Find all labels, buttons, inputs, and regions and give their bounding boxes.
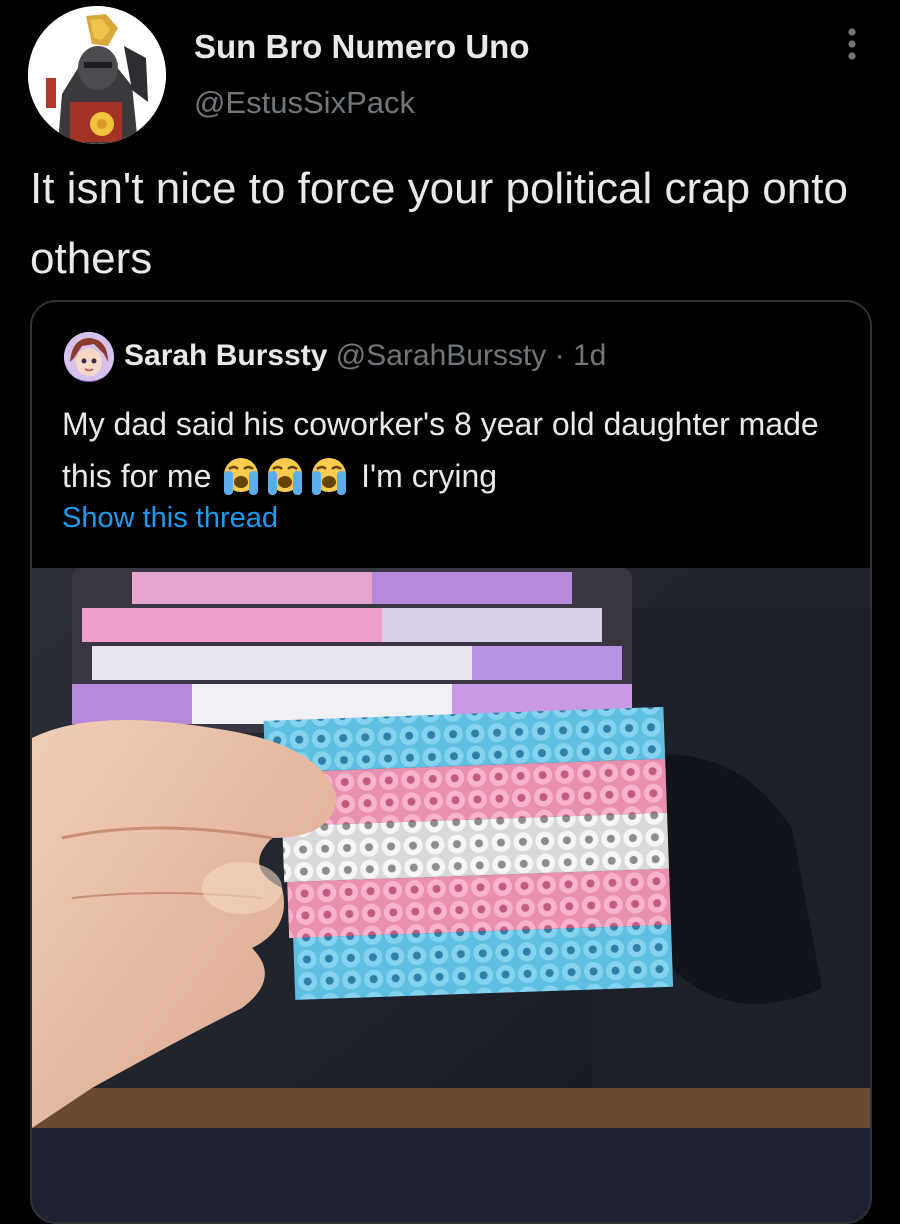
quoted-author-handle[interactable]: @SarahBurssty (336, 339, 547, 372)
sun-knight-avatar-icon (28, 6, 166, 144)
emoji-group (220, 458, 361, 495)
show-thread-link[interactable]: Show this thread (62, 502, 278, 535)
quoted-author-display-name[interactable]: Sarah Burssty (124, 339, 327, 372)
anime-avatar-icon (64, 332, 114, 382)
quoted-tweet-text-end: I'm crying (361, 458, 498, 494)
quoted-author-avatar[interactable] (64, 332, 114, 382)
loudly-crying-face-emoji-2 (268, 458, 303, 495)
loudly-crying-face-emoji-1 (224, 458, 259, 495)
tweet-text: It isn't nice to force your political cr… (30, 164, 848, 283)
loudly-crying-face-emoji-3 (312, 458, 347, 495)
author-handle[interactable]: @EstusSixPack (194, 85, 415, 121)
quoted-tweet-header: Sarah Burssty @SarahBurssty · 1d (124, 334, 606, 378)
photo-perler-bead-trans-flag (32, 568, 870, 1222)
more-options-icon[interactable] (836, 26, 868, 66)
header-separator: · (554, 339, 565, 372)
quoted-tweet-card[interactable]: Sarah Burssty @SarahBurssty · 1d My dad … (30, 300, 872, 1224)
quoted-tweet-photo[interactable] (32, 568, 870, 1222)
author-avatar[interactable] (28, 6, 166, 144)
quoted-tweet-timestamp[interactable]: 1d (573, 339, 606, 372)
author-display-name[interactable]: Sun Bro Numero Uno (194, 28, 530, 66)
quoted-tweet-text: My dad said his coworker's 8 year old da… (62, 398, 852, 502)
